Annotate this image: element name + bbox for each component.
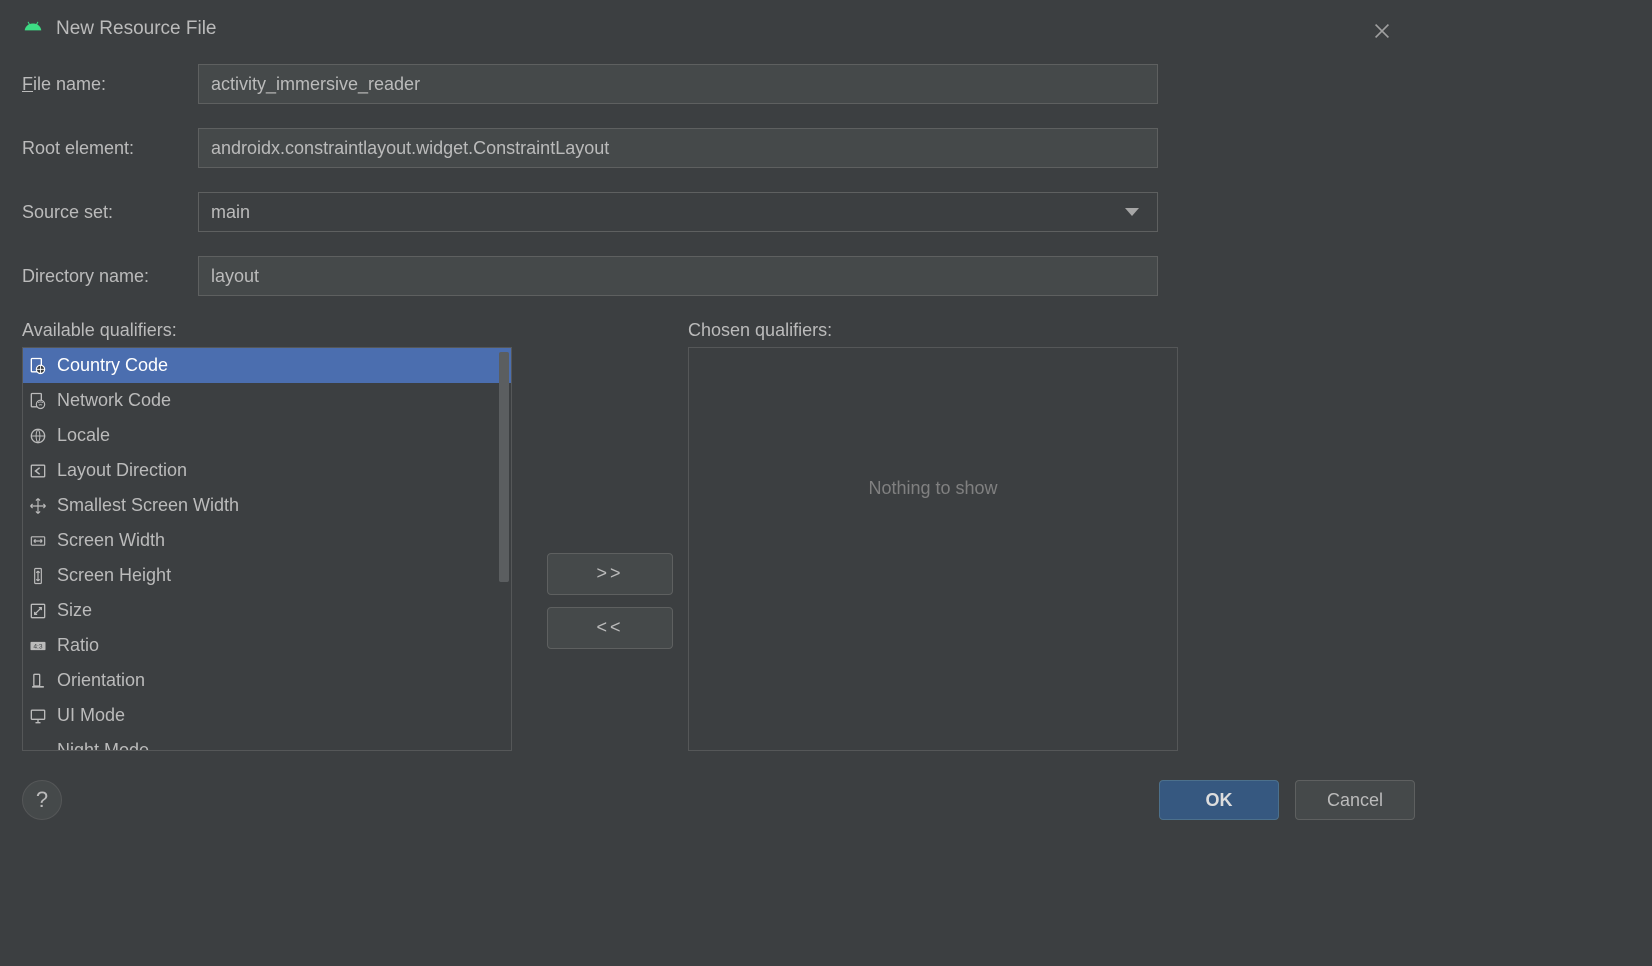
qualifier-item-label: Size <box>57 600 92 621</box>
arrows-h-icon <box>27 530 49 552</box>
new-resource-file-dialog: New Resource File File name: Root elemen… <box>0 0 1437 840</box>
titlebar: New Resource File <box>0 0 1437 52</box>
doc-globe-icon <box>27 355 49 377</box>
qualifier-item[interactable]: Country Code <box>23 348 511 383</box>
source-set-value: main <box>211 202 250 223</box>
qualifier-item[interactable]: Size <box>23 593 511 628</box>
help-button[interactable]: ? <box>22 780 62 820</box>
qualifier-item-label: Orientation <box>57 670 145 691</box>
qualifier-item[interactable]: UI Mode <box>23 698 511 733</box>
dialog-title: New Resource File <box>56 18 217 40</box>
root-element-input[interactable] <box>198 128 1158 168</box>
close-button[interactable] <box>1371 20 1393 42</box>
qualifier-item-label: Layout Direction <box>57 460 187 481</box>
available-qualifiers-listbox[interactable]: Country Code Network Code Locale Layout Dir… <box>22 347 512 751</box>
dialog-footer: ? OK Cancel <box>0 780 1437 820</box>
qualifier-item-label: Screen Height <box>57 565 171 586</box>
move-right-button[interactable]: >> <box>547 553 673 595</box>
qualifier-item[interactable]: 4:3 Ratio <box>23 628 511 663</box>
qualifier-item-label: Screen Width <box>57 530 165 551</box>
android-icon <box>22 18 44 40</box>
qualifier-item[interactable]: Network Code <box>23 383 511 418</box>
qualifiers-section: Available qualifiers: Country Code Networ… <box>0 320 1437 751</box>
directory-name-input[interactable] <box>198 256 1158 296</box>
chevron-down-icon <box>1125 208 1139 216</box>
expand-icon <box>27 600 49 622</box>
globe-icon <box>27 425 49 447</box>
qualifier-item[interactable]: Layout Direction <box>23 453 511 488</box>
moon-icon <box>27 740 49 752</box>
root-element-label: Root element: <box>22 138 198 159</box>
arrow-left-box-icon <box>27 460 49 482</box>
empty-placeholder: Nothing to show <box>868 478 997 499</box>
qualifier-item[interactable]: Orientation <box>23 663 511 698</box>
file-name-input[interactable] <box>198 64 1158 104</box>
ok-button[interactable]: OK <box>1159 780 1279 820</box>
desktop-icon <box>27 705 49 727</box>
qualifier-item-label: Country Code <box>57 355 168 376</box>
qualifier-item-label: Network Code <box>57 390 171 411</box>
qualifier-item[interactable]: Smallest Screen Width <box>23 488 511 523</box>
chosen-qualifiers-listbox[interactable]: Nothing to show <box>688 347 1178 751</box>
orientation-icon <box>27 670 49 692</box>
doc-net-icon <box>27 390 49 412</box>
qualifier-item-label: Locale <box>57 425 110 446</box>
cancel-button[interactable]: Cancel <box>1295 780 1415 820</box>
qualifier-item[interactable]: Screen Height <box>23 558 511 593</box>
qualifier-item[interactable]: Screen Width <box>23 523 511 558</box>
arrows-all-icon <box>27 495 49 517</box>
qualifier-item[interactable]: Locale <box>23 418 511 453</box>
qualifier-item-label: Night Mode <box>57 740 149 751</box>
form: File name: Root element: Source set: mai… <box>0 52 1437 296</box>
source-set-select[interactable]: main <box>198 192 1158 232</box>
scrollbar-thumb[interactable] <box>499 352 509 582</box>
move-left-button[interactable]: << <box>547 607 673 649</box>
ratio-icon: 4:3 <box>27 635 49 657</box>
available-qualifiers-label: Available qualifiers: <box>22 320 532 341</box>
chosen-qualifiers-label: Chosen qualifiers: <box>688 320 1178 341</box>
qualifier-item-label: Smallest Screen Width <box>57 495 239 516</box>
file-name-label: File name: <box>22 74 198 95</box>
directory-name-label: Directory name: <box>22 266 198 287</box>
qualifier-item-label: UI Mode <box>57 705 125 726</box>
qualifier-item[interactable]: Night Mode <box>23 733 511 751</box>
qualifier-item-label: Ratio <box>57 635 99 656</box>
svg-text:4:3: 4:3 <box>33 643 43 650</box>
source-set-label: Source set: <box>22 202 198 223</box>
arrows-v-icon <box>27 565 49 587</box>
